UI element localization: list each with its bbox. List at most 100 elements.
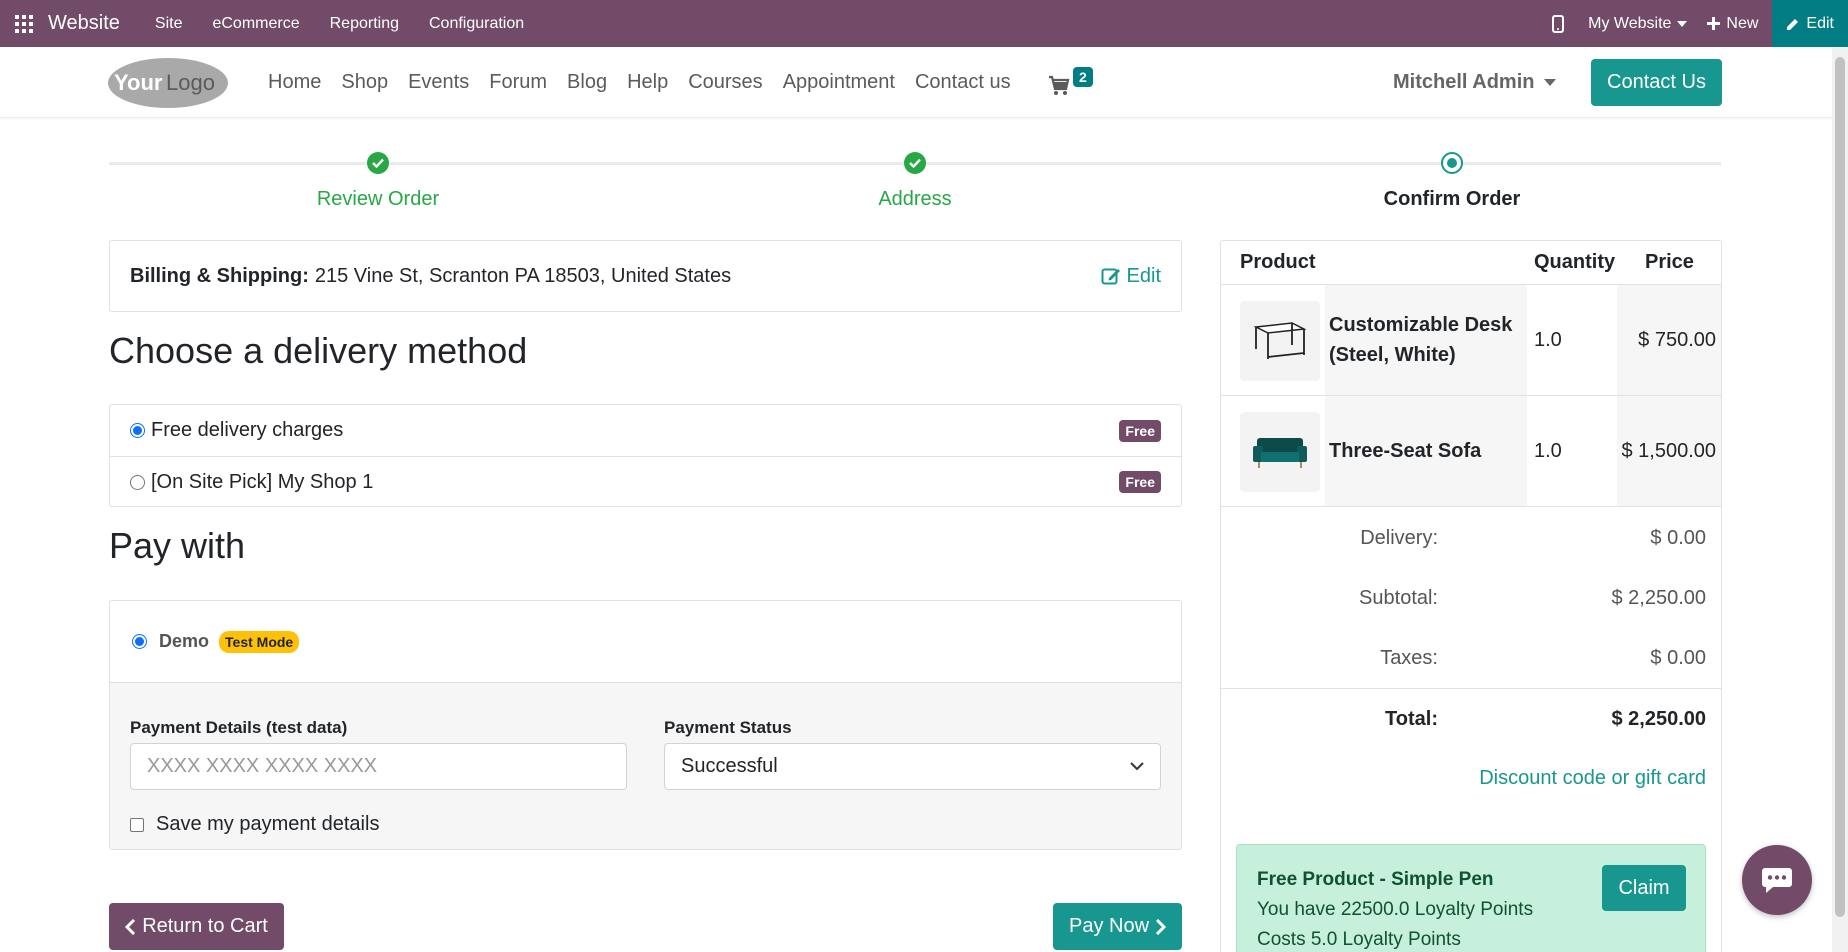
delivery-option[interactable]: [On Site Pick] My Shop 1 Free	[110, 456, 1181, 507]
new-button[interactable]: New	[1701, 15, 1772, 33]
save-payment-option[interactable]: Save my payment details	[130, 813, 379, 836]
payment-details-input[interactable]: XXXX XXXX XXXX XXXX	[130, 743, 627, 790]
new-button-label: New	[1726, 14, 1759, 32]
product-thumbnail-sofa[interactable]	[1240, 412, 1320, 492]
payment-status-select[interactable]: Successful	[664, 743, 1161, 790]
menu-configuration[interactable]: Configuration	[414, 15, 539, 33]
website-selector-label: My Website	[1588, 14, 1672, 32]
pay-now-button[interactable]: Pay Now	[1053, 903, 1182, 950]
delivery-method-list: Free delivery charges Free [On Site Pick…	[109, 404, 1182, 507]
pay-now-label: Pay Now	[1068, 915, 1150, 937]
edit-icon	[1101, 268, 1120, 285]
company-logo[interactable]: Your Logo	[108, 57, 229, 109]
menu-ecommerce[interactable]: eCommerce	[197, 15, 314, 33]
total-value: $ 2,250.00	[1611, 708, 1706, 730]
product-name-line1: Customizable Desk	[1329, 314, 1513, 336]
nav-appointment[interactable]: Appointment	[773, 71, 905, 94]
return-to-cart-label: Return to Cart	[142, 915, 268, 937]
chevron-down-icon	[1544, 79, 1557, 86]
subtotal-value: $ 2,250.00	[1611, 587, 1706, 609]
plus-icon	[1707, 17, 1721, 30]
product-price: $ 1,500.00	[1617, 396, 1721, 506]
loyalty-reward-card: Free Product - Simple Pen You have 22500…	[1236, 844, 1706, 952]
step-done-check-icon	[367, 152, 389, 174]
pay-with-heading: Pay with	[109, 525, 246, 566]
desk-image	[1253, 322, 1307, 359]
payment-radio-selected[interactable]	[132, 634, 147, 649]
chat-bubble-icon	[1762, 868, 1792, 893]
contact-us-button[interactable]: Contact Us	[1591, 59, 1722, 106]
product-name[interactable]: Customizable Desk (Steel, White)	[1325, 285, 1527, 395]
payment-details-placeholder: XXXX XXXX XXXX XXXX	[147, 755, 378, 777]
payment-provider-name: Demo	[159, 631, 210, 651]
shopping-cart-icon	[1049, 75, 1070, 95]
menu-reporting[interactable]: Reporting	[315, 15, 414, 33]
delivery-option-label: [On Site Pick] My Shop 1	[151, 470, 374, 493]
delivery-option-label: Free delivery charges	[151, 419, 344, 441]
nav-events[interactable]: Events	[398, 71, 479, 94]
edit-button[interactable]: Edit	[1772, 0, 1848, 47]
scrollbar-thumb[interactable]	[1835, 57, 1845, 917]
chevron-left-icon	[125, 918, 136, 935]
live-chat-button[interactable]	[1742, 845, 1812, 915]
nav-forum[interactable]: Forum	[479, 71, 557, 94]
product-thumbnail-desk[interactable]	[1240, 301, 1320, 381]
delivery-radio-selected[interactable]	[130, 423, 145, 438]
total-label: Total:	[1385, 708, 1438, 730]
apps-menu-icon[interactable]	[0, 0, 48, 47]
sofa-image	[1253, 438, 1307, 468]
summary-header-quantity: Quantity	[1534, 251, 1616, 273]
step-review-order[interactable]: Review Order	[228, 188, 528, 211]
product-quantity: 1.0	[1534, 439, 1562, 462]
nav-contact-us[interactable]: Contact us	[905, 71, 1021, 94]
summary-divider	[1221, 688, 1721, 689]
summary-header-price: Price	[1645, 251, 1694, 273]
summary-delivery-row: Delivery: $ 0.00	[1221, 509, 1721, 569]
nav-home[interactable]: Home	[258, 71, 331, 94]
payment-method-card: Demo Test Mode Payment Details (test dat…	[109, 600, 1182, 850]
claim-reward-button[interactable]: Claim	[1602, 865, 1686, 911]
edit-address-link[interactable]: Edit	[1101, 265, 1161, 288]
nav-blog[interactable]: Blog	[557, 71, 617, 94]
app-name[interactable]: Website	[48, 12, 120, 35]
summary-product-row: Customizable Desk (Steel, White) 1.0 $ 7…	[1221, 285, 1721, 396]
billing-shipping-card: Billing & Shipping: 215 Vine St, Scranto…	[109, 240, 1182, 312]
reward-title: Free Product - Simple Pen	[1257, 869, 1494, 890]
delivery-price-badge: Free	[1119, 471, 1161, 493]
website-selector[interactable]: My Website	[1576, 15, 1701, 33]
billing-label: Billing & Shipping:	[130, 264, 309, 287]
cart-link[interactable]: 2	[1048, 67, 1098, 99]
billing-address: 215 Vine St, Scranton PA 18503, United S…	[314, 264, 732, 287]
page-scrollbar[interactable]	[1832, 47, 1848, 952]
nav-help[interactable]: Help	[617, 71, 678, 94]
admin-bar: Website Site eCommerce Reporting Configu…	[0, 0, 1848, 47]
delivery-cost-value: $ 0.00	[1650, 527, 1706, 549]
payment-provider-row[interactable]: Demo Test Mode	[110, 601, 1181, 683]
chevron-down-icon	[1677, 20, 1688, 27]
subtotal-label: Subtotal:	[1359, 587, 1438, 609]
payment-status-label: Payment Status	[664, 718, 792, 737]
nav-shop[interactable]: Shop	[331, 71, 398, 94]
delivery-radio[interactable]	[130, 474, 145, 490]
delivery-price-badge: Free	[1119, 419, 1161, 442]
step-address[interactable]: Address	[765, 188, 1065, 211]
save-payment-label: Save my payment details	[156, 813, 380, 835]
test-mode-badge: Test Mode	[219, 630, 300, 653]
user-menu[interactable]: Mitchell Admin	[1393, 47, 1557, 118]
discount-code-link[interactable]: Discount code or gift card	[1479, 767, 1706, 790]
mobile-preview-icon[interactable]	[1540, 14, 1576, 33]
menu-site[interactable]: Site	[140, 15, 198, 33]
order-summary: Product Quantity Price Customizable Desk…	[1220, 240, 1722, 952]
edit-address-label: Edit	[1126, 264, 1161, 287]
nav-courses[interactable]: Courses	[678, 71, 772, 94]
save-payment-checkbox[interactable]	[130, 817, 144, 832]
step-current-dot-icon	[1441, 152, 1463, 174]
product-name-line1: Three-Seat Sofa	[1329, 440, 1482, 462]
step-confirm-order: Confirm Order	[1383, 188, 1521, 210]
payment-form: Payment Details (test data) Payment Stat…	[110, 683, 1181, 849]
return-to-cart-button[interactable]: Return to Cart	[109, 903, 284, 950]
cart-count-badge: 2	[1073, 67, 1093, 87]
delivery-option[interactable]: Free delivery charges Free	[110, 405, 1181, 456]
delivery-cost-label: Delivery:	[1360, 527, 1438, 549]
product-name[interactable]: Three-Seat Sofa	[1325, 396, 1527, 506]
